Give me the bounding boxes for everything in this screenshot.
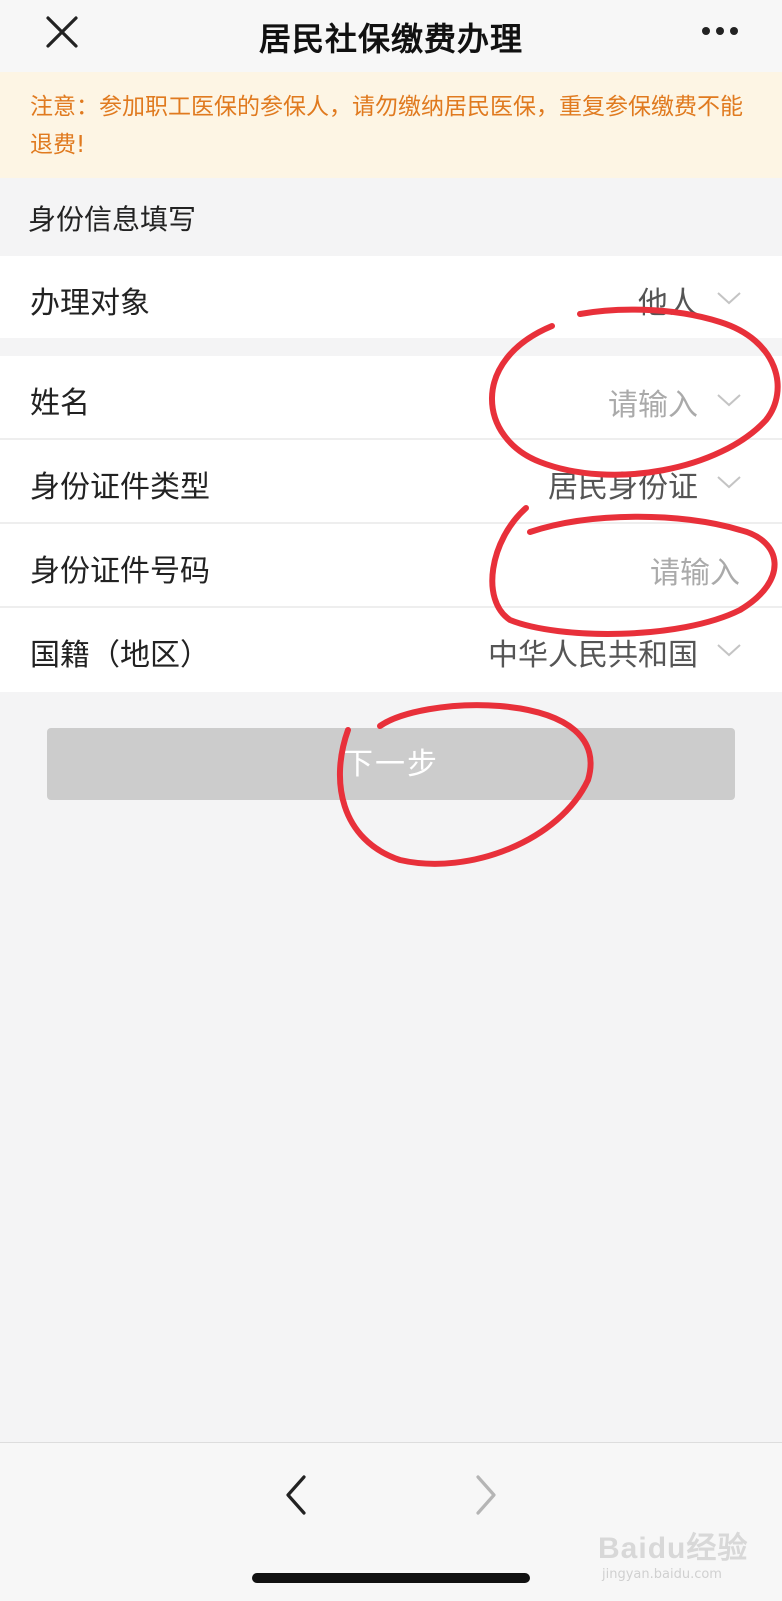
subject-select[interactable]: 办理对象 他人 (0, 256, 782, 338)
id-number-field[interactable]: 身份证件号码 请输入 (0, 524, 782, 606)
id-number-label: 身份证件号码 (30, 554, 210, 589)
section-title: 身份信息填写 (28, 203, 197, 236)
name-field[interactable]: 姓名 请输入 (0, 356, 782, 438)
id-type-select[interactable]: 身份证件类型 居民身份证 (0, 440, 782, 522)
id-type-label: 身份证件类型 (30, 470, 210, 505)
name-input[interactable]: 请输入 (608, 380, 698, 424)
chevron-left-icon[interactable] (280, 1471, 316, 1519)
nav-bar: 居民社保缴费办理 (0, 0, 782, 73)
chevron-down-icon (717, 644, 741, 657)
page-title: 居民社保缴费办理 (258, 20, 523, 58)
id-number-input[interactable]: 请输入 (650, 548, 740, 592)
watermark-logo: Baidu经验 jingyan.baidu.com (598, 1523, 758, 1593)
id-type-value: 居民身份证 (548, 470, 698, 505)
nationality-value: 中华人民共和国 (488, 638, 698, 673)
watermark-text: Bai (598, 1532, 648, 1565)
chevron-right-icon[interactable] (466, 1471, 502, 1519)
watermark-url: jingyan.baidu.com (602, 1567, 722, 1582)
subject-value: 他人 (638, 286, 698, 321)
home-indicator (252, 1573, 530, 1583)
chevron-down-icon (717, 292, 741, 305)
watermark-text: 经验 (686, 1531, 749, 1566)
more-icon[interactable] (698, 16, 742, 46)
watermark-text: du (647, 1532, 687, 1565)
chevron-down-icon (717, 476, 741, 489)
name-label: 姓名 (30, 386, 90, 421)
notice-banner: 注意：参加职工医保的参保人，请勿缴纳居民医保，重复参保缴费不能退费! (0, 72, 782, 178)
bottom-nav-bar: Baidu经验 jingyan.baidu.com (0, 1442, 782, 1601)
subject-label: 办理对象 (30, 286, 150, 321)
nationality-label: 国籍（地区） (30, 638, 210, 673)
chevron-down-icon (717, 394, 741, 407)
notice-text: 注意：参加职工医保的参保人，请勿缴纳居民医保，重复参保缴费不能退费! (30, 94, 743, 158)
next-button[interactable]: 下一步 (47, 728, 735, 800)
nationality-select[interactable]: 国籍（地区） 中华人民共和国 (0, 608, 782, 692)
section-header: 身份信息填写 (0, 178, 782, 256)
